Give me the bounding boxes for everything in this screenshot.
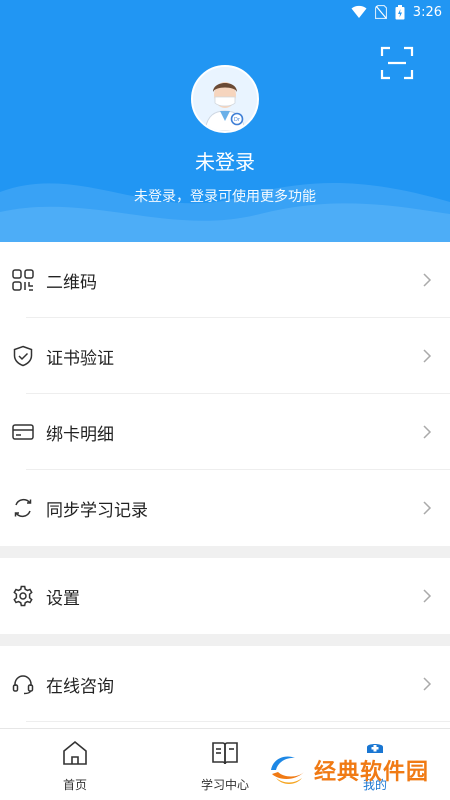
menu-item-label: 同步学习记录 <box>46 500 148 521</box>
menu-item-online-consult[interactable]: 在线咨询 <box>0 646 450 722</box>
menu-item-qr-code[interactable]: 二维码 <box>0 242 450 318</box>
menu-item-label: 二维码 <box>46 272 97 293</box>
headset-icon <box>12 673 34 695</box>
menu-item-certificate-verify[interactable]: 证书验证 <box>0 318 450 394</box>
menu-list: 二维码 证书验证 绑卡明细 同步学习记录 设置 在线咨询 <box>0 242 450 722</box>
status-bar: 3:26 <box>351 0 450 24</box>
gear-icon <box>12 585 34 607</box>
menu-item-label: 绑卡明细 <box>46 424 114 445</box>
chevron-right-icon <box>423 589 432 603</box>
status-time: 3:26 <box>412 4 442 20</box>
watermark: 经典软件园 <box>268 748 429 792</box>
menu-item-settings[interactable]: 设置 <box>0 558 450 634</box>
menu-item-sync-records[interactable]: 同步学习记录 <box>0 470 450 546</box>
menu-item-label: 在线咨询 <box>46 676 114 697</box>
profile-header: 3:26 Dr 未登录 未登录，登录可使用更多功能 <box>0 0 450 242</box>
avatar[interactable]: Dr <box>191 65 259 133</box>
chevron-right-icon <box>423 349 432 363</box>
card-icon <box>12 421 34 443</box>
no-sim-icon <box>374 5 387 19</box>
battery-icon <box>395 4 405 19</box>
nav-home-label: 首页 <box>62 778 87 792</box>
chevron-right-icon <box>423 425 432 439</box>
doctor-avatar-icon: Dr <box>193 67 257 131</box>
wifi-icon <box>351 5 367 18</box>
book-icon <box>212 742 238 765</box>
login-subtitle: 未登录，登录可使用更多功能 <box>134 189 316 205</box>
svg-text:Dr: Dr <box>234 117 241 123</box>
login-title[interactable]: 未登录 <box>0 146 450 175</box>
divider <box>26 721 450 722</box>
qr-code-icon <box>12 269 34 291</box>
menu-item-label: 设置 <box>46 588 80 609</box>
chevron-right-icon <box>423 273 432 287</box>
section-gap <box>0 546 450 558</box>
scan-icon[interactable] <box>380 46 414 80</box>
nav-home[interactable]: 首页 <box>15 729 135 800</box>
nav-study-label: 学习中心 <box>200 778 249 792</box>
sync-icon <box>12 497 34 519</box>
shield-check-icon <box>12 345 34 367</box>
watermark-text: 经典软件园 <box>314 760 430 785</box>
section-gap <box>0 634 450 646</box>
menu-item-label: 证书验证 <box>46 348 114 369</box>
home-icon <box>63 740 87 765</box>
nav-study-center[interactable]: 学习中心 <box>165 729 285 800</box>
watermark-logo <box>270 752 306 788</box>
chevron-right-icon <box>423 677 432 691</box>
chevron-right-icon <box>423 501 432 515</box>
menu-item-card-details[interactable]: 绑卡明细 <box>0 394 450 470</box>
